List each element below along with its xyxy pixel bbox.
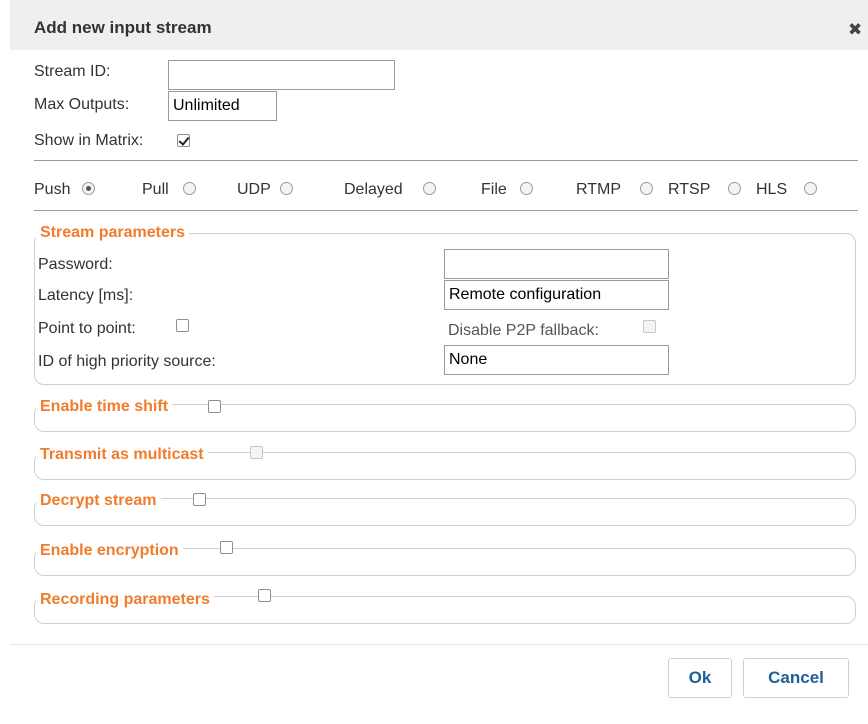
- radio-file-label: File: [481, 181, 507, 198]
- footer-divider: [10, 644, 868, 645]
- stream-id-label: Stream ID:: [34, 63, 111, 80]
- divider-top: [34, 160, 858, 161]
- time-shift-legend: Enable time shift: [36, 398, 173, 416]
- priority-source-input[interactable]: [444, 345, 669, 375]
- encryption-checkbox[interactable]: [220, 541, 233, 554]
- cancel-button[interactable]: Cancel: [743, 658, 849, 698]
- radio-rtmp[interactable]: [640, 182, 653, 195]
- point-to-point-label: Point to point:: [38, 320, 136, 337]
- p2p-fallback-label: Disable P2P fallback:: [448, 322, 599, 339]
- radio-delayed-label: Delayed: [344, 181, 403, 198]
- radio-push-label: Push: [34, 181, 71, 198]
- radio-hls-label: HLS: [756, 181, 788, 198]
- ok-button[interactable]: Ok: [668, 658, 732, 698]
- radio-udp[interactable]: [280, 182, 293, 195]
- radio-rtsp-label: RTSP: [668, 181, 711, 198]
- radio-file[interactable]: [520, 182, 533, 195]
- stream-id-input[interactable]: [168, 60, 395, 90]
- recording-legend: Recording parameters: [36, 591, 214, 609]
- radio-pull-label: Pull: [142, 181, 169, 198]
- radio-push[interactable]: [82, 182, 95, 195]
- decrypt-legend: Decrypt stream: [36, 492, 161, 510]
- divider-radios: [34, 210, 858, 211]
- multicast-legend: Transmit as multicast: [36, 446, 208, 464]
- radio-udp-label: UDP: [237, 181, 271, 198]
- add-input-stream-dialog: Add new input stream ✖ Stream ID: Max Ou…: [10, 0, 868, 724]
- p2p-fallback-checkbox: [643, 320, 656, 333]
- max-outputs-label: Max Outputs:: [34, 96, 130, 113]
- show-in-matrix-checkbox[interactable]: [177, 134, 190, 147]
- dialog-titlebar: Add new input stream ✖: [10, 0, 868, 50]
- latency-label: Latency [ms]:: [38, 287, 134, 304]
- radio-rtsp[interactable]: [728, 182, 741, 195]
- time-shift-checkbox[interactable]: [208, 400, 221, 413]
- stream-parameters-legend: Stream parameters: [36, 224, 189, 242]
- point-to-point-checkbox[interactable]: [176, 319, 189, 332]
- recording-checkbox[interactable]: [258, 589, 271, 602]
- radio-delayed[interactable]: [423, 182, 436, 195]
- latency-input[interactable]: [444, 280, 669, 310]
- max-outputs-input[interactable]: [168, 91, 277, 121]
- password-input[interactable]: [444, 249, 669, 279]
- dialog-title: Add new input stream: [34, 18, 212, 37]
- password-label: Password:: [38, 256, 113, 273]
- radio-rtmp-label: RTMP: [576, 181, 622, 198]
- show-in-matrix-label: Show in Matrix:: [34, 132, 144, 149]
- radio-hls[interactable]: [804, 182, 817, 195]
- encryption-legend: Enable encryption: [36, 542, 183, 560]
- close-icon[interactable]: ✖: [848, 21, 862, 38]
- multicast-checkbox: [250, 446, 263, 459]
- radio-pull[interactable]: [183, 182, 196, 195]
- decrypt-checkbox[interactable]: [193, 493, 206, 506]
- priority-source-label: ID of high priority source:: [38, 353, 216, 370]
